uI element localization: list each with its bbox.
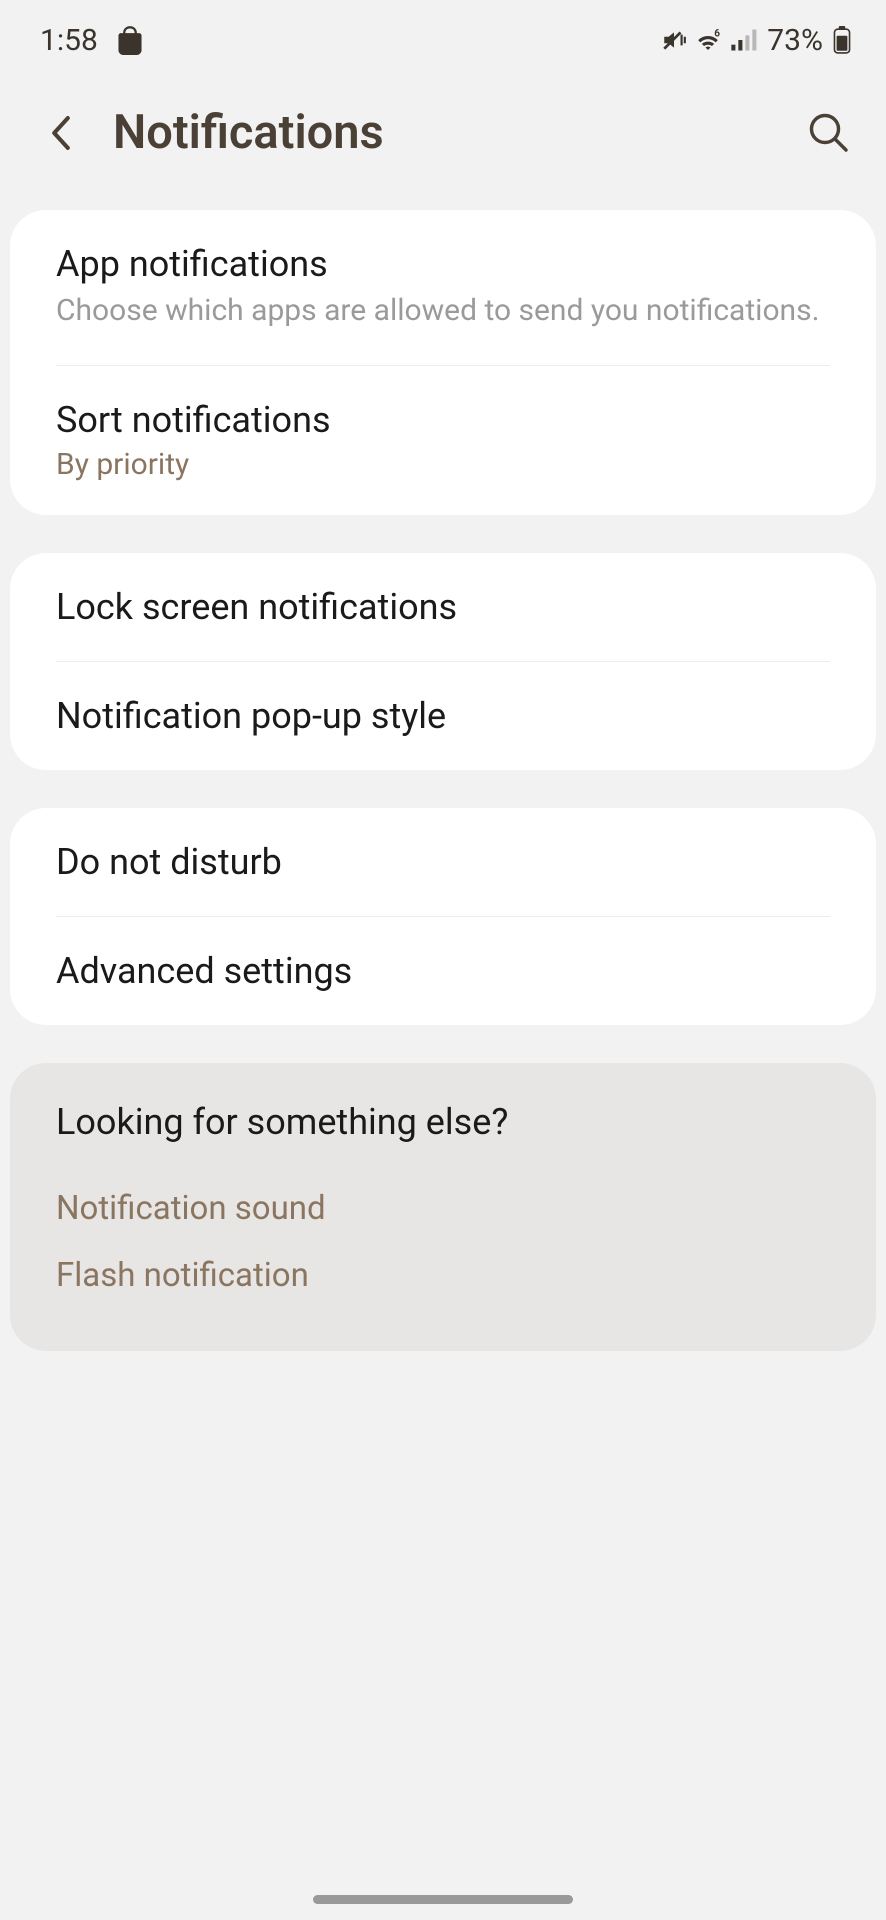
row-title: Lock screen notifications — [56, 586, 830, 628]
battery-icon — [833, 26, 851, 54]
looking-for-card: Looking for something else? Notification… — [10, 1063, 876, 1351]
row-title: Sort notifications — [56, 399, 830, 441]
notification-popup-style-row[interactable]: Notification pop-up style — [10, 662, 876, 770]
row-title: Advanced settings — [56, 950, 830, 992]
settings-group-2: Lock screen notifications Notification p… — [10, 553, 876, 770]
header: Notifications — [0, 70, 886, 210]
wifi-icon: 6 — [693, 27, 723, 53]
row-title: App notifications — [56, 243, 830, 285]
settings-group-1: App notifications Choose which apps are … — [10, 210, 876, 515]
back-icon[interactable] — [50, 112, 78, 154]
status-bar: 1:58 6 — [0, 0, 886, 70]
status-time: 1:58 — [40, 23, 98, 58]
looking-title: Looking for something else? — [56, 1101, 830, 1143]
shopping-bag-icon — [116, 25, 144, 55]
search-icon[interactable] — [807, 111, 851, 155]
svg-text:6: 6 — [715, 28, 721, 39]
status-icons: 6 — [661, 27, 757, 53]
flash-notification-link[interactable]: Flash notification — [56, 1242, 830, 1309]
status-left: 1:58 — [40, 23, 144, 58]
home-indicator[interactable] — [313, 1895, 573, 1904]
row-desc: Choose which apps are allowed to send yo… — [56, 291, 830, 332]
do-not-disturb-row[interactable]: Do not disturb — [10, 808, 876, 916]
status-right: 6 73% — [661, 23, 851, 58]
row-title: Notification pop-up style — [56, 695, 830, 737]
lock-screen-notifications-row[interactable]: Lock screen notifications — [10, 553, 876, 661]
app-notifications-row[interactable]: App notifications Choose which apps are … — [10, 210, 876, 365]
page-title: Notifications — [113, 105, 772, 160]
row-sub: By priority — [56, 447, 830, 482]
notification-sound-link[interactable]: Notification sound — [56, 1175, 830, 1242]
signal-icon — [729, 27, 757, 53]
advanced-settings-row[interactable]: Advanced settings — [10, 917, 876, 1025]
row-title: Do not disturb — [56, 841, 830, 883]
mute-vibrate-icon — [661, 27, 687, 53]
settings-group-3: Do not disturb Advanced settings — [10, 808, 876, 1025]
battery-percent: 73% — [767, 23, 823, 58]
sort-notifications-row[interactable]: Sort notifications By priority — [10, 366, 876, 515]
